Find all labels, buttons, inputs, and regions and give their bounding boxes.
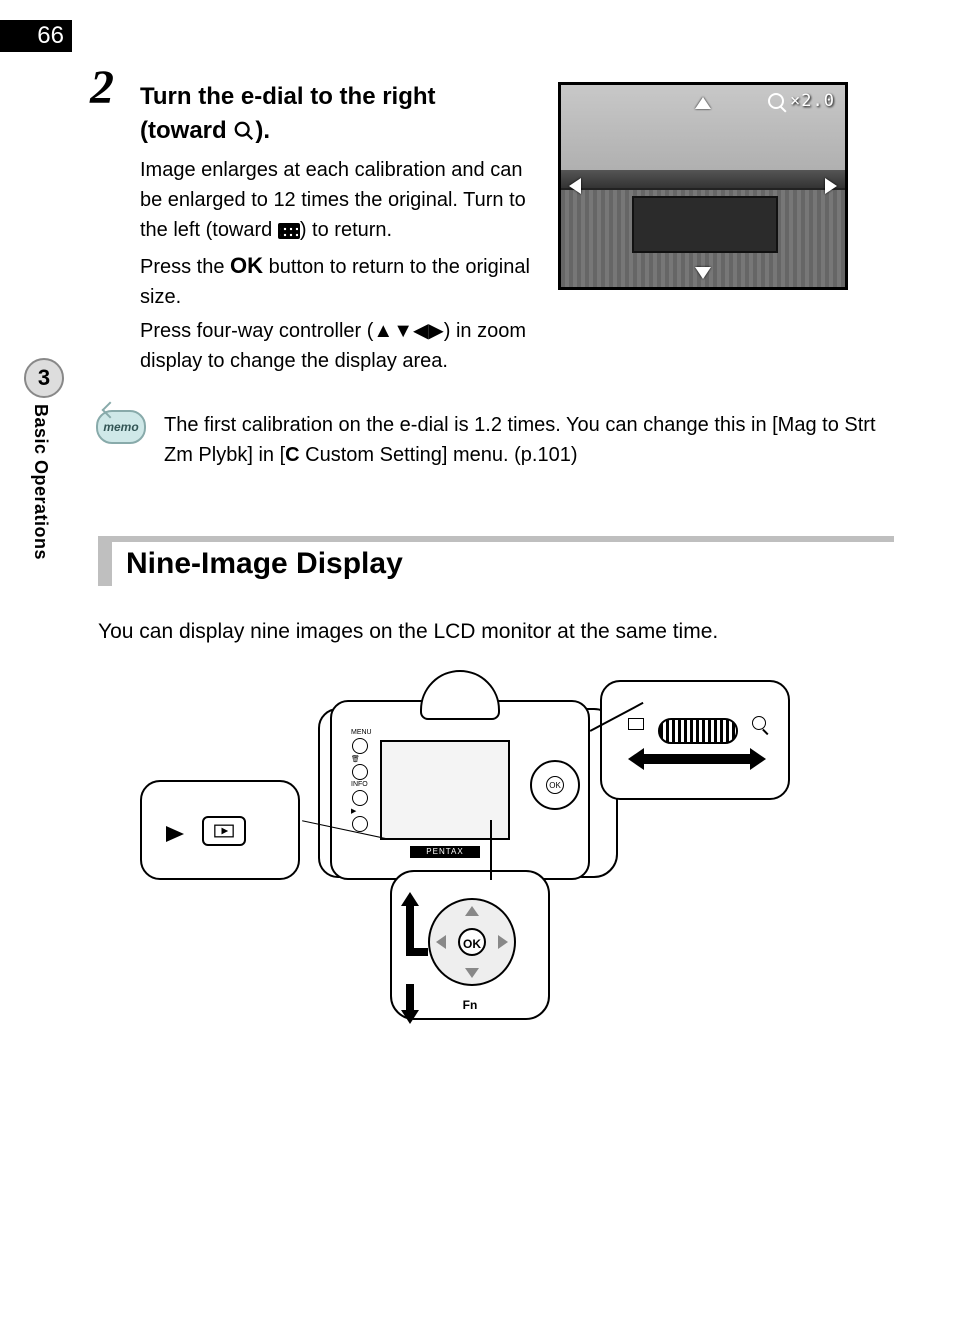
zoom-value: ×2.0 (790, 91, 835, 111)
nine-grid-icon (628, 718, 644, 730)
section: Nine-Image Display You can display nine … (98, 536, 894, 644)
arrow-left-icon (436, 935, 446, 949)
memo-text: The first calibration on the e-dial is 1… (164, 410, 894, 470)
arrow-left-icon (569, 178, 581, 194)
step-title-line1: Turn the e-dial to the right (140, 83, 436, 110)
magnify-icon (752, 716, 766, 730)
press-arrows-icon (396, 886, 424, 1016)
body-p2: Press the OK button to return to the ori… (140, 249, 530, 312)
memo-c-symbol: C (285, 444, 299, 466)
arrow-right-icon (825, 178, 837, 194)
page-number: 66 (0, 20, 72, 52)
four-way-controller-icon: OK (428, 898, 516, 986)
leader-line (490, 820, 492, 880)
step-body: Image enlarges at each calibration and c… (140, 155, 530, 380)
body-p1b: ) to return. (300, 219, 392, 241)
chapter-tab: 3 (24, 358, 64, 398)
magnify-icon (233, 120, 255, 142)
side-section-label: Basic Operations (30, 404, 51, 560)
delete-button-icon (352, 764, 368, 780)
memo-text-b: Custom Setting] menu. (p.101) (300, 444, 578, 466)
lcd-sample-image (561, 85, 845, 287)
callout-e-dial (600, 680, 790, 800)
arrow-up-icon (695, 97, 711, 109)
nine-grid-icon (278, 223, 300, 239)
step-title: Turn the e-dial to the right (toward ). (140, 80, 510, 147)
ok-button-label: OK (458, 928, 486, 956)
camera-viewfinder-hump (420, 670, 500, 720)
play-button-icon (352, 816, 368, 832)
playback-button-icon (202, 816, 246, 846)
press-arrow-icon (166, 826, 184, 842)
callout-playback (140, 780, 300, 880)
body-p1: Image enlarges at each calibration and c… (140, 155, 530, 245)
magnify-icon (768, 93, 784, 109)
body-p3: Press four-way controller (▲▼◀▶) in zoom… (140, 316, 530, 376)
section-header-bar: Nine-Image Display (98, 542, 894, 586)
info-button-icon (352, 790, 368, 806)
step-title-line2a: (toward (140, 117, 233, 144)
e-dial-icon (658, 718, 738, 744)
dial-direction-arrow-icon (642, 754, 752, 764)
fn-label: Fn (463, 998, 478, 1012)
arrow-down-icon (465, 968, 479, 978)
arrow-down-icon (695, 267, 711, 279)
lcd-preview: ×2.0 (558, 82, 848, 290)
camera-diagram: PENTAX (130, 660, 830, 1060)
ok-label: OK (230, 253, 263, 278)
lcd-zoom-info: ×2.0 (768, 91, 835, 111)
camera-brand-label: PENTAX (410, 846, 480, 858)
arrow-up-icon (465, 906, 479, 916)
menu-button-icon (352, 738, 368, 754)
step-title-line2b: ). (255, 117, 270, 144)
section-title: Nine-Image Display (126, 547, 403, 581)
memo-block: memo The first calibration on the e-dial… (96, 410, 894, 470)
section-body: You can display nine images on the LCD m… (98, 620, 894, 644)
arrow-right-icon (498, 935, 508, 949)
callout-ok-pad: OK Fn (390, 870, 550, 1020)
memo-badge: memo (96, 410, 146, 444)
camera-four-way-pad (530, 760, 580, 810)
body-p2a: Press the (140, 256, 230, 278)
step-number: 2 (90, 60, 114, 115)
camera-side-buttons (352, 738, 368, 832)
